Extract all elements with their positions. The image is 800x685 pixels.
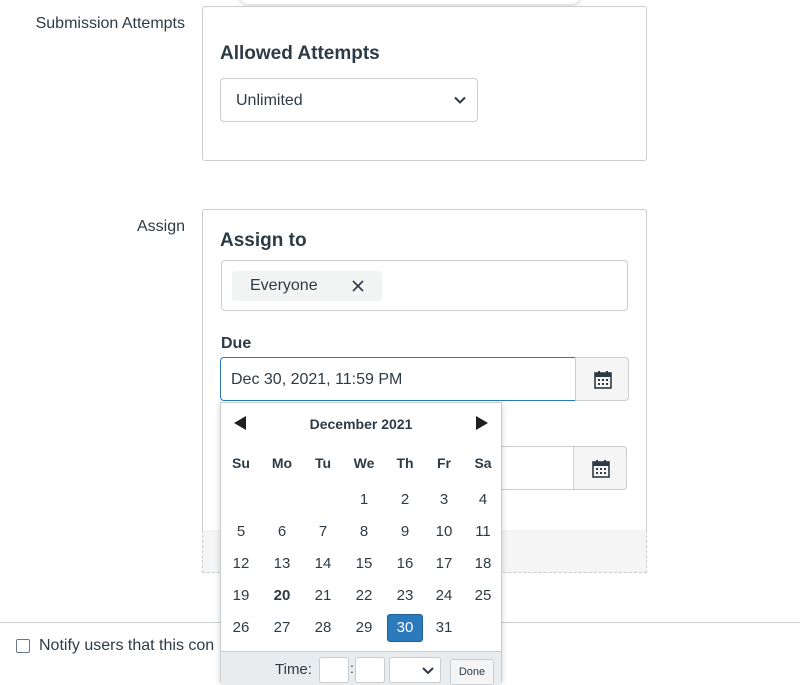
allowed-attempts-select[interactable]: Unlimited: [220, 78, 478, 122]
calendar-day[interactable]: 10: [426, 518, 462, 546]
calendar-day[interactable]: 14: [305, 550, 341, 578]
due-date-value: Dec 30, 2021, 11:59 PM: [231, 371, 403, 388]
calendar-day[interactable]: 27: [264, 614, 300, 642]
available-from-calendar-button[interactable]: [573, 446, 627, 490]
time-separator: :: [350, 660, 354, 676]
datepicker-header: December 2021: [221, 403, 501, 443]
weekday-header: Mo: [271, 455, 293, 471]
due-date-calendar-button[interactable]: [575, 357, 629, 401]
allowed-attempts-value: Unlimited: [236, 92, 303, 109]
calendar-day[interactable]: 2: [387, 486, 423, 514]
done-button[interactable]: Done: [450, 659, 494, 685]
hour-input[interactable]: [319, 657, 349, 683]
calendar-day[interactable]: 19: [223, 582, 259, 610]
top-popover-edge: [240, 0, 580, 4]
time-label: Time:: [275, 661, 312, 678]
calendar-day[interactable]: 6: [264, 518, 300, 546]
weekday-header: Fr: [437, 455, 451, 471]
notify-users-label: Notify users that this con: [39, 637, 215, 654]
calendar-day[interactable]: 1: [346, 486, 382, 514]
calendar-day[interactable]: 20: [264, 582, 300, 610]
chevron-down-icon: [454, 96, 466, 104]
weekday-header: Tu: [314, 455, 332, 471]
weekday-header: Sa: [474, 455, 492, 471]
weekday-header: We: [353, 455, 375, 471]
calendar-day[interactable]: 24: [426, 582, 462, 610]
calendar-day[interactable]: 8: [346, 518, 382, 546]
assign-to-input[interactable]: Everyone: [221, 260, 628, 311]
available-from-input[interactable]: [500, 446, 574, 490]
calendar-day[interactable]: 4: [465, 486, 501, 514]
assign-label: Assign: [136, 218, 185, 235]
calendar-day[interactable]: 7: [305, 518, 341, 546]
assignee-token: Everyone: [232, 271, 382, 301]
calendar-day[interactable]: 29: [346, 614, 382, 642]
calendar-day[interactable]: 13: [264, 550, 300, 578]
calendar-day[interactable]: 28: [305, 614, 341, 642]
assign-to-title: Assign to: [220, 230, 307, 251]
chevron-down-icon: [422, 667, 434, 675]
calendar-day[interactable]: 9: [387, 518, 423, 546]
notify-users-checkbox[interactable]: [16, 639, 30, 653]
calendar-day[interactable]: 25: [465, 582, 501, 610]
calendar-icon: [592, 460, 610, 478]
datepicker-footer: Time: : Done: [221, 651, 501, 685]
minute-input[interactable]: [355, 657, 385, 683]
datepicker-popup: December 2021 Su Mo Tu We Th Fr Sa 1 2 3 4 5 6 7 8 9 10 1…: [220, 402, 502, 685]
datepicker-month-title: December 2021: [309, 416, 413, 432]
allowed-attempts-title: Allowed Attempts: [220, 43, 380, 64]
ampm-select[interactable]: [389, 657, 441, 683]
calendar-day[interactable]: 18: [465, 550, 501, 578]
calendar-day[interactable]: 16: [387, 550, 423, 578]
calendar-day[interactable]: 5: [223, 518, 259, 546]
due-date-input[interactable]: Dec 30, 2021, 11:59 PM: [220, 357, 576, 401]
assignee-token-label: Everyone: [250, 277, 318, 294]
due-label: Due: [221, 335, 252, 352]
calendar-icon: [594, 371, 612, 389]
calendar-day[interactable]: 12: [223, 550, 259, 578]
close-icon[interactable]: [350, 278, 366, 294]
weekday-header: Su: [232, 455, 250, 471]
calendar-day[interactable]: 17: [426, 550, 462, 578]
calendar-day[interactable]: 21: [305, 582, 341, 610]
triangle-right-icon[interactable]: [475, 415, 489, 431]
calendar-day[interactable]: 11: [465, 518, 501, 546]
calendar-day[interactable]: 3: [426, 486, 462, 514]
calendar-day-selected[interactable]: 30: [387, 614, 423, 642]
calendar-day[interactable]: 22: [346, 582, 382, 610]
weekday-header: Th: [396, 455, 414, 471]
submission-attempts-label: Submission Attempts: [35, 15, 185, 32]
calendar-day[interactable]: 31: [426, 614, 462, 642]
calendar-day[interactable]: 15: [346, 550, 382, 578]
calendar-day[interactable]: 23: [387, 582, 423, 610]
calendar-day[interactable]: 26: [223, 614, 259, 642]
